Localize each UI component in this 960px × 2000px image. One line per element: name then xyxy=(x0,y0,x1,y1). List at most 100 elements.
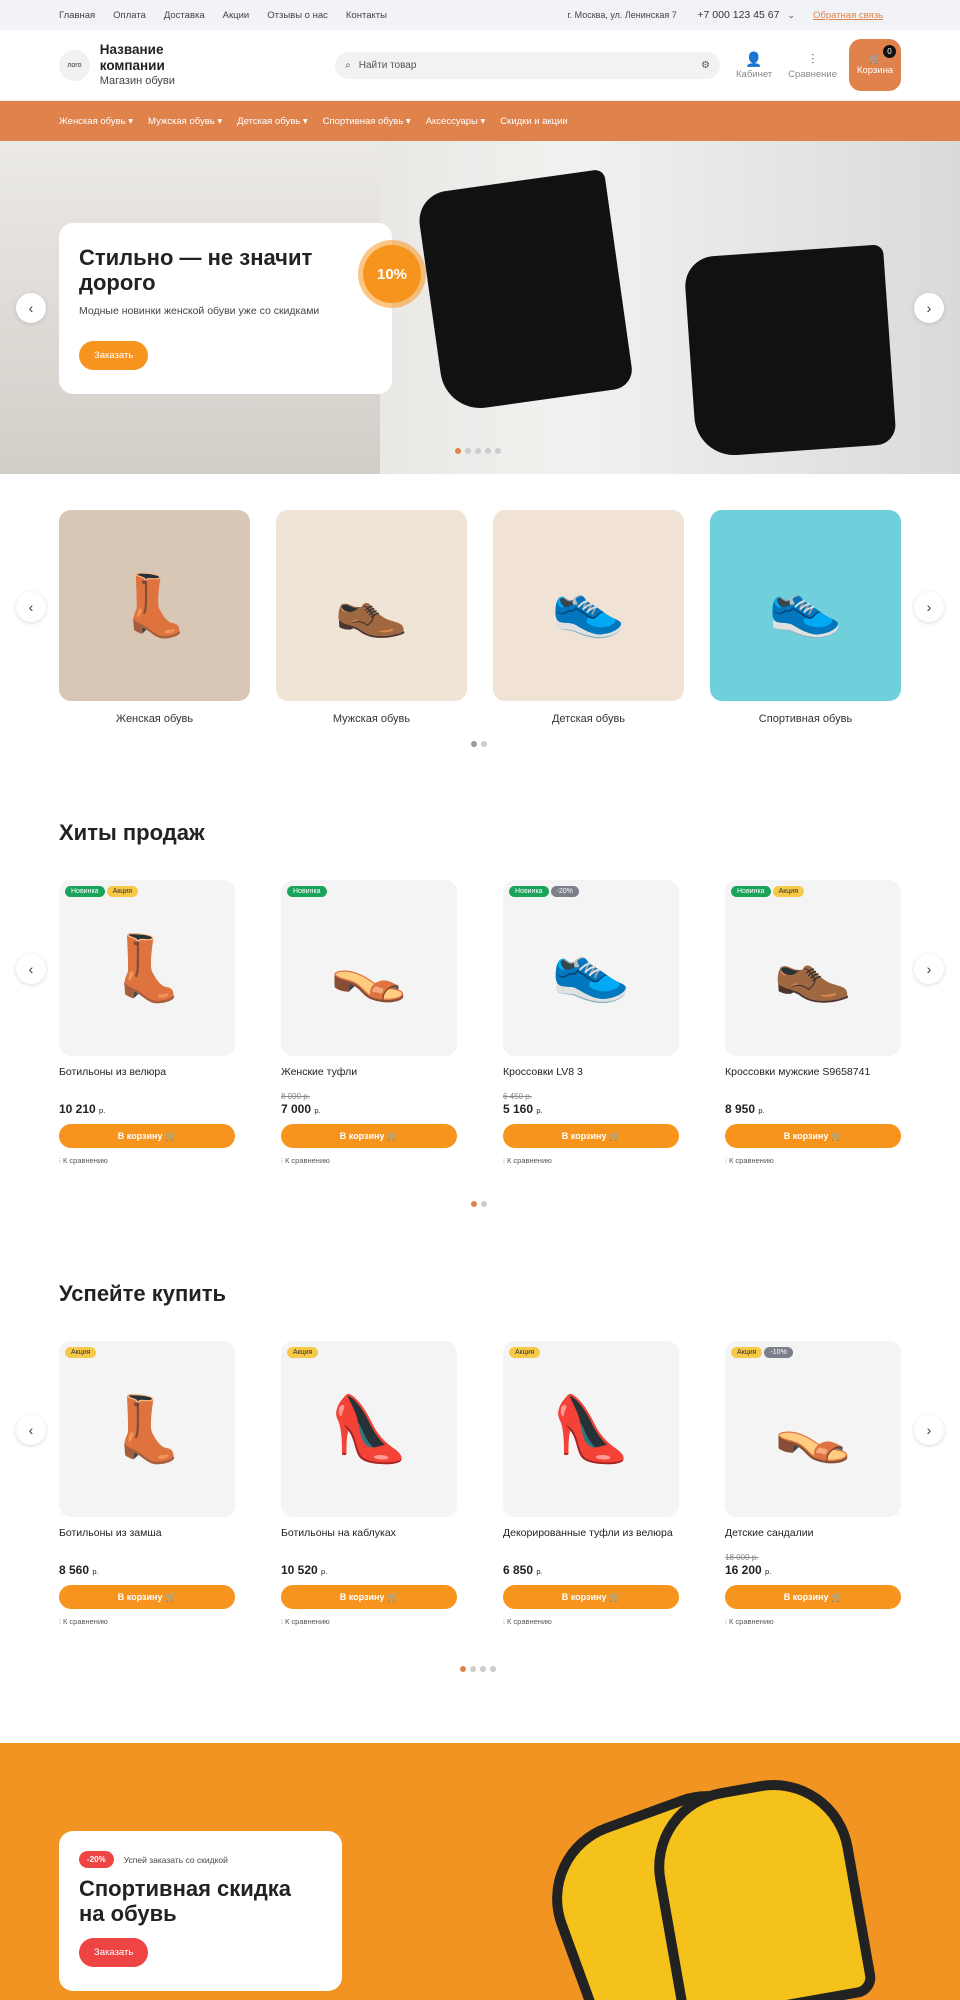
phone-number[interactable]: +7 000 123 45 67 xyxy=(697,9,779,21)
hits-prev-arrow[interactable]: ‹ xyxy=(16,954,46,984)
product-image[interactable]: Акция -10% 👡 xyxy=(725,1341,901,1517)
shoe-icon: 👢 xyxy=(107,931,187,1004)
hurry-dot[interactable] xyxy=(480,1666,486,1672)
product-card[interactable]: Акция 👠 Ботильоны на каблуках 10 520 р. … xyxy=(281,1341,457,1627)
product-image[interactable]: Новинка 👡 xyxy=(281,880,457,1056)
category-dot[interactable] xyxy=(471,741,477,747)
hero-order-button[interactable]: Заказать xyxy=(79,341,149,370)
add-to-compare-link[interactable]: ⫶ К сравнению xyxy=(281,1617,457,1627)
price-currency: р. xyxy=(321,1567,328,1576)
add-to-compare-link[interactable]: ⫶ К сравнению xyxy=(59,1617,235,1627)
top-link-contacts[interactable]: Контакты xyxy=(346,10,387,21)
top-link-home[interactable]: Главная xyxy=(59,10,95,21)
hurry-dot[interactable] xyxy=(490,1666,496,1672)
product-image[interactable]: Новинка Акция 👢 xyxy=(59,880,235,1056)
product-card[interactable]: Новинка 👡 Женские туфли 8 000 р. 7 000 р… xyxy=(281,880,457,1166)
product-name[interactable]: Кроссовки LV8 3 xyxy=(503,1066,679,1092)
hits-dot[interactable] xyxy=(471,1201,477,1207)
shoe-icon: 👞 xyxy=(773,931,853,1004)
top-link-reviews[interactable]: Отзывы о нас xyxy=(267,10,328,21)
compare-button[interactable]: ⫶ Сравнение xyxy=(788,51,837,80)
hurry-dot[interactable] xyxy=(470,1666,476,1672)
cart-icon: 🛒 xyxy=(609,1130,621,1141)
product-card[interactable]: Новинка -20% 👟 Кроссовки LV8 3 6 450 р. 5… xyxy=(503,880,679,1166)
add-to-compare-link[interactable]: ⫶ К сравнению xyxy=(725,1617,901,1627)
product-image[interactable]: Акция 👠 xyxy=(281,1341,457,1517)
category-image: 👞 xyxy=(276,510,467,701)
product-card[interactable]: Акция -10% 👡 Детские сандалии 18 000 р. 1… xyxy=(725,1341,901,1627)
product-tags: Новинка Акция xyxy=(731,886,805,897)
add-to-cart-button[interactable]: В корзину 🛒 xyxy=(503,1585,679,1609)
add-to-cart-button[interactable]: В корзину 🛒 xyxy=(281,1124,457,1148)
product-image[interactable]: Акция 👠 xyxy=(503,1341,679,1517)
product-image[interactable]: Новинка -20% 👟 xyxy=(503,880,679,1056)
price-currency: р. xyxy=(758,1106,765,1115)
add-to-cart-button[interactable]: В корзину 🛒 xyxy=(503,1124,679,1148)
add-to-cart-button[interactable]: В корзину 🛒 xyxy=(281,1585,457,1609)
hits-next-arrow[interactable]: › xyxy=(914,954,944,984)
promo-order-button[interactable]: Заказать xyxy=(79,1938,149,1967)
hits-dot[interactable] xyxy=(481,1201,487,1207)
cabinet-button[interactable]: 👤 Кабинет xyxy=(736,51,772,80)
categories-prev-arrow[interactable]: ‹ xyxy=(16,592,46,622)
product-name[interactable]: Ботильоны из велюра xyxy=(59,1066,235,1092)
nav-accessories[interactable]: Аксессуары ▾ xyxy=(426,116,486,127)
company-block: Название компании Магазин обуви xyxy=(100,42,231,88)
top-link-delivery[interactable]: Доставка xyxy=(164,10,205,21)
chevron-down-icon[interactable]: ⌄ xyxy=(787,10,795,21)
add-to-compare-link[interactable]: ⫶ К сравнению xyxy=(725,1156,901,1166)
search-input[interactable]: ⌕ Найти товар ⚙ xyxy=(335,51,721,79)
product-name[interactable]: Ботильоны из замша xyxy=(59,1527,235,1553)
product-card[interactable]: Акция 👢 Ботильоны из замша 8 560 р. В ко… xyxy=(59,1341,235,1627)
top-link-promos[interactable]: Акции xyxy=(223,10,250,21)
categories-next-arrow[interactable]: › xyxy=(914,592,944,622)
product-name[interactable]: Декорированные туфли из велюра xyxy=(503,1527,679,1553)
hero-subtitle: Модные новинки женской обуви уже со скид… xyxy=(79,305,320,317)
category-men[interactable]: 👞 Мужская обувь xyxy=(276,510,467,725)
add-to-cart-button[interactable]: В корзину 🛒 xyxy=(725,1585,901,1609)
hurry-dot[interactable] xyxy=(460,1666,466,1672)
nav-sport[interactable]: Спортивная обувь ▾ xyxy=(323,116,411,127)
nav-kids[interactable]: Детская обувь ▾ xyxy=(237,116,308,127)
category-label: Мужская обувь xyxy=(332,713,411,725)
add-to-compare-link[interactable]: ⫶ К сравнению xyxy=(281,1156,457,1166)
add-to-cart-button[interactable]: В корзину 🛒 xyxy=(725,1124,901,1148)
add-to-compare-link[interactable]: ⫶ К сравнению xyxy=(503,1617,679,1627)
product-name[interactable]: Кроссовки мужские S9658741 xyxy=(725,1066,901,1092)
hero-dot[interactable] xyxy=(485,448,491,454)
hero-dot[interactable] xyxy=(495,448,501,454)
hero-dot[interactable] xyxy=(475,448,481,454)
category-sport[interactable]: 👟 Спортивная обувь xyxy=(710,510,901,725)
hurry-prev-arrow[interactable]: ‹ xyxy=(16,1415,46,1445)
hurry-next-arrow[interactable]: › xyxy=(914,1415,944,1445)
hero-dot[interactable] xyxy=(455,448,461,454)
nav-sales[interactable]: Скидки и акции xyxy=(500,116,567,127)
hero-prev-arrow[interactable]: ‹ xyxy=(16,293,46,323)
nav-women[interactable]: Женская обувь ▾ xyxy=(59,116,133,127)
product-name[interactable]: Детские сандалии xyxy=(725,1527,901,1553)
add-to-cart-button[interactable]: В корзину 🛒 xyxy=(59,1124,235,1148)
product-image[interactable]: Новинка Акция 👞 xyxy=(725,880,901,1056)
add-to-cart-button[interactable]: В корзину 🛒 xyxy=(59,1585,235,1609)
category-women[interactable]: 👢 Женская обувь xyxy=(59,510,250,725)
category-kids[interactable]: 👟 Детская обувь xyxy=(493,510,684,725)
hero-dot[interactable] xyxy=(465,448,471,454)
product-name[interactable]: Женские туфли xyxy=(281,1066,457,1092)
product-card[interactable]: Новинка Акция 👢 Ботильоны из велюра 10 21… xyxy=(59,880,235,1166)
add-to-compare-link[interactable]: ⫶ К сравнению xyxy=(59,1156,235,1166)
nav-men[interactable]: Мужская обувь ▾ xyxy=(148,116,222,127)
logo[interactable]: лого xyxy=(59,49,90,81)
product-image[interactable]: Акция 👢 xyxy=(59,1341,235,1517)
callback-link[interactable]: Обратная связь xyxy=(813,10,883,21)
add-to-compare-link[interactable]: ⫶ К сравнению xyxy=(503,1156,679,1166)
filter-icon[interactable]: ⚙ xyxy=(701,60,710,71)
product-card[interactable]: Акция 👠 Декорированные туфли из велюра 6… xyxy=(503,1341,679,1627)
price-value: 7 000 xyxy=(281,1102,312,1116)
hero-next-arrow[interactable]: › xyxy=(914,293,944,323)
category-dot[interactable] xyxy=(481,741,487,747)
product-card[interactable]: Новинка Акция 👞 Кроссовки мужские S965874… xyxy=(725,880,901,1166)
product-name[interactable]: Ботильоны на каблуках xyxy=(281,1527,457,1553)
top-link-payment[interactable]: Оплата xyxy=(113,10,146,21)
cart-button[interactable]: 🛒 Корзина 0 xyxy=(849,39,901,91)
hero-slider: Стильно — не значит дорого Модные новинк… xyxy=(0,141,960,474)
